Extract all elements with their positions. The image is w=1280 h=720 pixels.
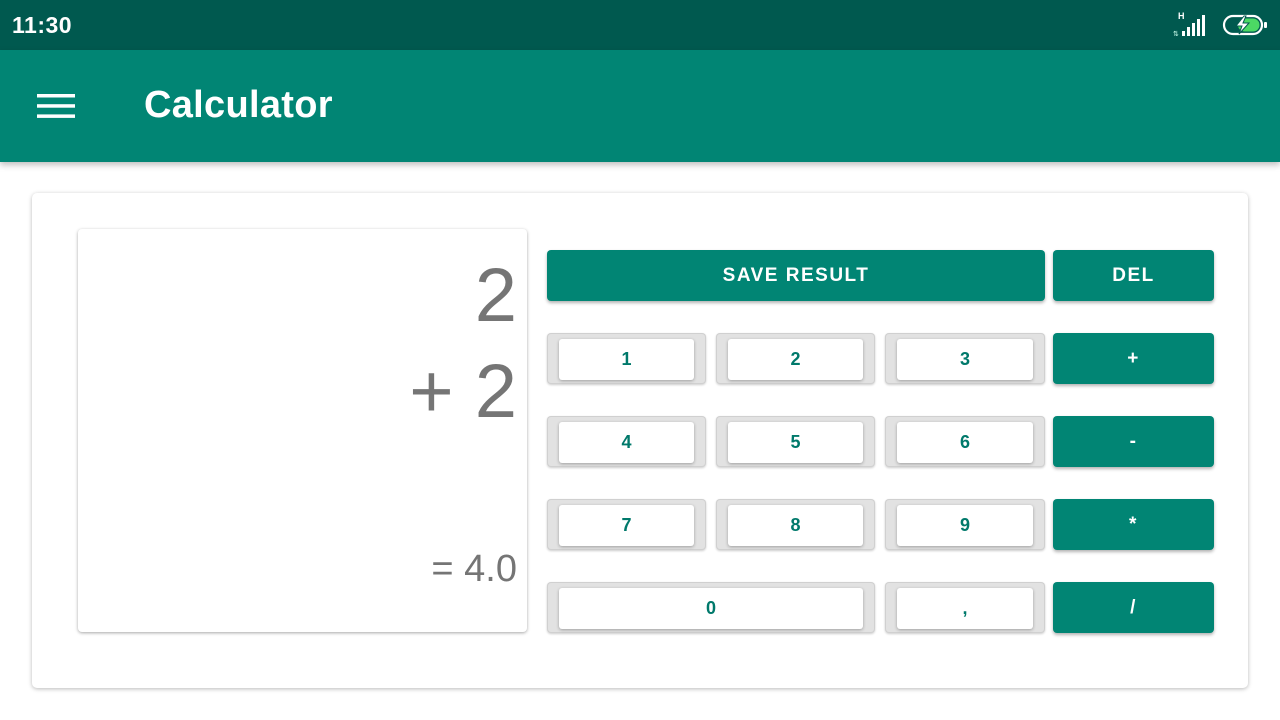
signal-icon: H ⇅ [1172,11,1212,39]
digit-button-6[interactable]: 6 [885,416,1045,467]
digit-label: 8 [728,505,863,546]
digit-button-1[interactable]: 1 [547,333,706,384]
digit-label: 2 [728,339,863,380]
svg-text:⇅: ⇅ [1173,30,1179,38]
decimal-comma-button[interactable]: , [885,582,1045,633]
digit-label: 3 [897,339,1033,380]
digit-label: 6 [897,422,1033,463]
battery-charging-icon [1222,13,1270,37]
status-icons: H ⇅ [1172,11,1270,39]
delete-button[interactable]: DEL [1053,250,1214,301]
plus-button[interactable]: + [1053,333,1214,384]
expression-line-1: 2 [474,253,517,338]
digit-button-2[interactable]: 2 [716,333,875,384]
status-time: 11:30 [12,12,73,38]
digit-button-8[interactable]: 8 [716,499,875,550]
digit-label: 7 [559,505,694,546]
digit-label: , [897,588,1033,629]
multiply-button[interactable]: * [1053,499,1214,550]
app-bar: Calculator [0,50,1280,162]
hamburger-menu-icon [37,92,75,120]
digit-label: 9 [897,505,1033,546]
digit-button-4[interactable]: 4 [547,416,706,467]
calculator-display: 2 + 2 = 4.0 [78,229,527,632]
digit-button-9[interactable]: 9 [885,499,1045,550]
status-bar: 11:30 H ⇅ [0,0,1280,50]
digit-label: 0 [559,588,863,629]
digit-button-7[interactable]: 7 [547,499,706,550]
digit-label: 4 [559,422,694,463]
digit-label: 1 [559,339,694,380]
digit-button-5[interactable]: 5 [716,416,875,467]
digit-button-0[interactable]: 0 [547,582,875,633]
minus-button[interactable]: - [1053,416,1214,467]
result-text: = 4.0 [431,548,517,590]
save-result-button[interactable]: SAVE RESULT [547,250,1045,301]
calculator-card: 2 + 2 = 4.0 SAVE RESULT DEL 1 2 3 + 4 5 … [32,193,1248,688]
digit-label: 5 [728,422,863,463]
menu-button[interactable] [30,84,82,128]
divide-button[interactable]: / [1053,582,1214,633]
app-title: Calculator [144,84,333,126]
digit-button-3[interactable]: 3 [885,333,1045,384]
expression-line-2: + 2 [409,349,517,434]
